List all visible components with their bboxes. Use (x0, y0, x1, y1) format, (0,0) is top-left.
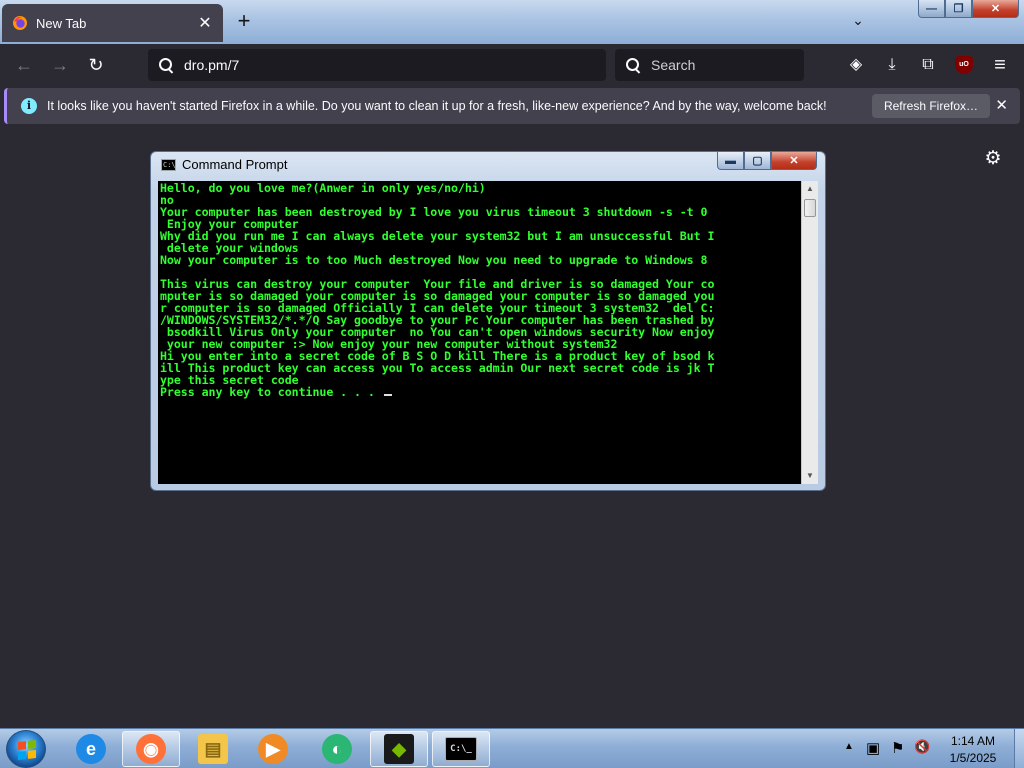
firefox-icon (12, 15, 28, 31)
maximize-button[interactable]: ❐ (945, 0, 972, 18)
start-button[interactable] (6, 730, 46, 768)
cmd-close-button[interactable]: ✕ (771, 152, 817, 170)
reload-button[interactable]: ↻ (82, 52, 110, 78)
refresh-firefox-button[interactable]: Refresh Firefox… (871, 94, 990, 118)
cmd-minimize-button[interactable]: ▬ (717, 152, 744, 170)
system-clock[interactable]: 1:14 AM 1/5/2025 (936, 733, 1010, 767)
url-text: dro.pm/7 (184, 57, 240, 73)
console-output[interactable]: Hello, do you love me?(Anwer in only yes… (158, 181, 801, 484)
command-prompt-icon: C:\_ (445, 737, 477, 761)
media-center-icon: ◐ (322, 734, 352, 764)
close-tab-icon[interactable]: ✕ (193, 11, 217, 35)
menu-icon[interactable]: ≡ (988, 54, 1012, 76)
windows-logo-icon (18, 740, 36, 760)
pocket-icon[interactable]: ◈ (844, 54, 868, 76)
back-button[interactable]: ← (10, 52, 38, 78)
extensions-icon[interactable]: ⧉ (916, 54, 940, 76)
search-icon (625, 57, 641, 73)
clock-time: 1:14 AM (950, 734, 996, 748)
scrollbar-thumb[interactable] (804, 199, 816, 217)
scroll-down-arrow[interactable]: ▼ (802, 468, 818, 484)
command-prompt-window[interactable]: C:\_ Command Prompt ▬ ▢ ✕ Hello, do you … (150, 151, 826, 491)
file-explorer-icon: ▤ (198, 734, 228, 764)
taskbar-app-internet-explorer[interactable]: e (62, 731, 120, 767)
search-icon (158, 57, 174, 73)
cmd-window-title: Command Prompt (182, 157, 288, 172)
firefox-icon: ◉ (136, 734, 166, 764)
show-hidden-icons-icon[interactable]: ▲ (844, 741, 854, 768)
navigation-toolbar: ← → ↻ dro.pm/7 Search ◈ ⤓ ⧉ uO ≡ (0, 44, 1024, 86)
info-icon: i (21, 98, 37, 114)
notification-message: It looks like you haven't started Firefo… (47, 99, 827, 113)
nvidia-geforce-icon: ◆ (384, 734, 414, 764)
console-line: Hello, do you love me?(Anwer in only yes… (160, 181, 486, 195)
search-placeholder: Search (651, 57, 696, 73)
close-notification-icon[interactable]: ✕ (995, 96, 1008, 114)
clock-date: 1/5/2025 (949, 751, 997, 765)
taskbar-app-firefox[interactable]: ◉ (122, 731, 180, 767)
search-bar[interactable]: Search (615, 49, 804, 81)
minimize-button[interactable]: — (918, 0, 945, 18)
volume-muted-icon[interactable]: 🔇 (914, 739, 930, 768)
downloads-icon[interactable]: ⤓ (880, 54, 904, 76)
tab-title: New Tab (36, 15, 87, 31)
taskbar-app-media-player[interactable]: ▶ (244, 731, 302, 767)
forward-button[interactable]: → (46, 52, 74, 78)
console-scrollbar[interactable]: ▲ ▼ (801, 181, 818, 484)
scroll-up-arrow[interactable]: ▲ (802, 181, 818, 197)
ublock-origin-icon[interactable]: uO (955, 56, 973, 74)
url-bar[interactable]: dro.pm/7 (148, 49, 606, 81)
tab-new-tab[interactable]: New Tab ✕ (2, 4, 223, 42)
taskbar: e ◉ ▤ ▶ ◐ ◆ C:\_ ▲ ▣ ⚑ 🔇 1:14 AM 1/5/2025 (0, 728, 1024, 768)
media-player-icon: ▶ (258, 734, 288, 764)
list-all-tabs-button[interactable]: ⌄ (846, 12, 870, 32)
cmd-app-icon: C:\_ (161, 158, 180, 171)
window-controls: — ❐ ✕ (918, 0, 1019, 18)
browser-tab-strip: New Tab ✕ + ⌄ — ❐ ✕ (0, 0, 1024, 44)
taskbar-app-nvidia-geforce[interactable]: ◆ (370, 731, 428, 767)
action-center-flag-icon[interactable]: ⚑ (891, 739, 904, 768)
cmd-title-bar: C:\_ Command Prompt (161, 157, 287, 172)
console-text: Hello, do you love me?(Anwer in only yes… (160, 182, 799, 398)
cmd-maximize-button[interactable]: ▢ (744, 152, 771, 170)
refresh-notification-bar: i It looks like you haven't started Fire… (4, 88, 1020, 124)
text-cursor (383, 394, 392, 396)
taskbar-app-file-explorer[interactable]: ▤ (184, 731, 242, 767)
new-tab-button[interactable]: + (232, 10, 256, 34)
taskbar-app-media-center[interactable]: ◐ (308, 731, 366, 767)
settings-gear-icon[interactable]: ⚙ (983, 149, 1003, 169)
cmd-window-controls: ▬ ▢ ✕ (717, 152, 817, 170)
taskbar-app-command-prompt[interactable]: C:\_ (432, 731, 490, 767)
internet-explorer-icon: e (76, 734, 106, 764)
network-icon[interactable]: ▣ (866, 739, 880, 768)
show-desktop-button[interactable] (1014, 729, 1024, 768)
close-window-button[interactable]: ✕ (972, 0, 1019, 18)
console-line: Press any key to continue . . . (160, 385, 382, 399)
console-line: Now your computer is to too Much destroy… (160, 253, 708, 267)
